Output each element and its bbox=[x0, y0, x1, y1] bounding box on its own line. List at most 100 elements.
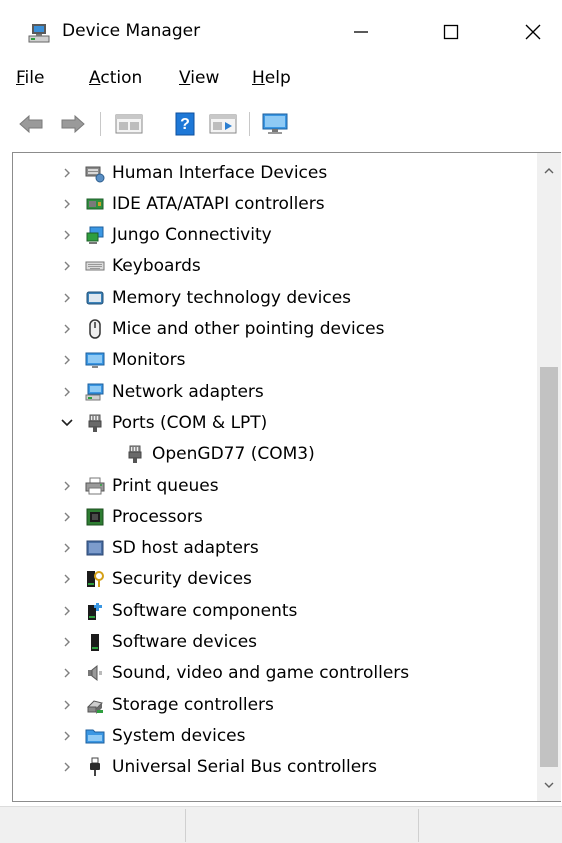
usb-icon bbox=[85, 757, 105, 777]
tree-item-category[interactable]: SD host adapters bbox=[59, 533, 259, 564]
tree-item-device[interactable]: OpenGD77 (COM3) bbox=[125, 439, 315, 470]
update-driver-button[interactable] bbox=[206, 110, 240, 138]
tree-item-label: Processors bbox=[112, 506, 203, 527]
tree-item-category[interactable]: Network adapters bbox=[59, 376, 264, 407]
tree-item-category[interactable]: Software devices bbox=[59, 627, 257, 658]
tree-item-label: Software devices bbox=[112, 632, 258, 652]
tree-item-label: Print queues bbox=[112, 475, 219, 496]
tree-item-label: SD host adapters bbox=[112, 538, 259, 559]
printer-icon bbox=[85, 476, 105, 496]
tree-item-category[interactable]: Mice and other pointing devices bbox=[59, 314, 384, 345]
chevron-right-icon[interactable] bbox=[59, 665, 75, 681]
tree-item-category[interactable]: Keyboards bbox=[59, 251, 201, 282]
chevron-right-icon[interactable] bbox=[59, 352, 75, 368]
ide-icon bbox=[85, 194, 105, 214]
help-button[interactable]: ? bbox=[171, 110, 199, 138]
chevron-right-icon[interactable] bbox=[59, 258, 75, 274]
status-divider bbox=[185, 809, 186, 842]
tree-item-label: Security devices bbox=[112, 569, 252, 590]
tree-item-category[interactable]: Processors bbox=[59, 501, 203, 532]
minimize-button[interactable] bbox=[338, 14, 384, 50]
scroll-down-button[interactable] bbox=[537, 773, 561, 797]
status-divider bbox=[418, 809, 419, 842]
tree-item-label: Jungo Connectivity bbox=[112, 225, 272, 246]
chevron-right-icon[interactable] bbox=[59, 321, 75, 337]
tree-item-label: Human Interface Devices bbox=[112, 162, 328, 183]
tree-item-category[interactable]: Universal Serial Bus controllers bbox=[59, 752, 377, 783]
device-tree[interactable]: Human Interface Devices IDE ATA/ATAPI con… bbox=[12, 152, 561, 802]
chevron-right-icon[interactable] bbox=[59, 728, 75, 744]
toolbar: ? bbox=[0, 102, 562, 142]
scan-hardware-button[interactable] bbox=[258, 110, 292, 138]
tree-item-category[interactable]: Print queues bbox=[59, 470, 219, 501]
tree-item-label: Monitors bbox=[112, 350, 186, 371]
chevron-right-icon[interactable] bbox=[59, 196, 75, 212]
tree-item-category[interactable]: Memory technology devices bbox=[59, 282, 351, 313]
chevron-right-icon[interactable] bbox=[59, 571, 75, 587]
tree-item-label: Keyboards bbox=[112, 256, 201, 277]
toolbar-separator bbox=[249, 112, 250, 136]
forward-button[interactable] bbox=[58, 110, 88, 138]
chevron-right-icon[interactable] bbox=[59, 509, 75, 525]
tree-item-category[interactable]: Software components bbox=[59, 595, 297, 626]
tree-item-category[interactable]: Security devices bbox=[59, 564, 252, 595]
menu-view[interactable]: View bbox=[179, 68, 219, 88]
menu-action[interactable]: Action bbox=[89, 68, 142, 88]
chevron-right-icon[interactable] bbox=[59, 697, 75, 713]
close-button[interactable] bbox=[510, 14, 556, 50]
software-device-icon bbox=[85, 632, 105, 652]
processor-icon bbox=[85, 507, 105, 527]
scroll-up-button[interactable] bbox=[537, 159, 561, 183]
tree-item-label: Storage controllers bbox=[112, 694, 274, 715]
tree-item-label: Ports (COM & LPT) bbox=[112, 412, 268, 433]
tree-item-category[interactable]: Sound, video and game controllers bbox=[59, 658, 409, 689]
computer-icon bbox=[262, 113, 288, 134]
chevron-right-icon[interactable] bbox=[59, 227, 75, 243]
back-icon bbox=[19, 114, 43, 134]
memory-icon bbox=[85, 288, 105, 308]
tree-item-category[interactable]: Monitors bbox=[59, 345, 185, 376]
tree-item-category[interactable]: System devices bbox=[59, 720, 246, 751]
network-icon bbox=[85, 382, 105, 402]
help-icon: ? bbox=[175, 112, 195, 136]
maximize-icon bbox=[443, 24, 459, 40]
properties-icon bbox=[115, 114, 143, 134]
maximize-button[interactable] bbox=[428, 14, 474, 50]
chevron-right-icon[interactable] bbox=[59, 290, 75, 306]
chevron-right-icon[interactable] bbox=[59, 634, 75, 650]
hid-icon bbox=[85, 163, 105, 183]
properties-button[interactable] bbox=[112, 110, 146, 138]
minimize-icon bbox=[354, 31, 368, 33]
keyboard-icon bbox=[85, 256, 105, 276]
chevron-right-icon[interactable] bbox=[59, 603, 75, 619]
menu-help[interactable]: Help bbox=[252, 68, 291, 88]
chevron-right-icon[interactable] bbox=[59, 478, 75, 494]
menu-file[interactable]: File bbox=[16, 68, 44, 88]
software-component-icon bbox=[85, 601, 105, 621]
toolbar-separator bbox=[100, 112, 101, 136]
tree-item-label: IDE ATA/ATAPI controllers bbox=[112, 193, 325, 214]
vertical-scrollbar[interactable] bbox=[537, 153, 561, 801]
title-bar[interactable]: Device Manager bbox=[0, 0, 562, 60]
chevron-down-icon[interactable] bbox=[59, 415, 75, 431]
chevron-right-icon[interactable] bbox=[59, 165, 75, 181]
scroll-thumb[interactable] bbox=[540, 367, 558, 767]
monitor-icon bbox=[85, 350, 105, 370]
system-icon bbox=[85, 726, 105, 746]
back-button[interactable] bbox=[16, 110, 46, 138]
storage-icon bbox=[85, 695, 105, 715]
chevron-up-icon bbox=[544, 168, 554, 174]
tree-item-category[interactable]: Ports (COM & LPT) bbox=[59, 407, 267, 438]
tree-item-category[interactable]: Storage controllers bbox=[59, 689, 274, 720]
chevron-down-icon bbox=[544, 782, 554, 788]
tree-item-category[interactable]: Human Interface Devices bbox=[59, 157, 327, 188]
tree-item-category[interactable]: IDE ATA/ATAPI controllers bbox=[59, 188, 325, 219]
tree-item-label: Universal Serial Bus controllers bbox=[112, 757, 378, 778]
chevron-right-icon[interactable] bbox=[59, 759, 75, 775]
chevron-right-icon[interactable] bbox=[59, 540, 75, 556]
chevron-right-icon[interactable] bbox=[59, 384, 75, 400]
forward-icon bbox=[61, 114, 85, 134]
svg-text:?: ? bbox=[180, 116, 190, 133]
tree-item-category[interactable]: Jungo Connectivity bbox=[59, 220, 272, 251]
tree-item-label: Mice and other pointing devices bbox=[112, 319, 385, 339]
